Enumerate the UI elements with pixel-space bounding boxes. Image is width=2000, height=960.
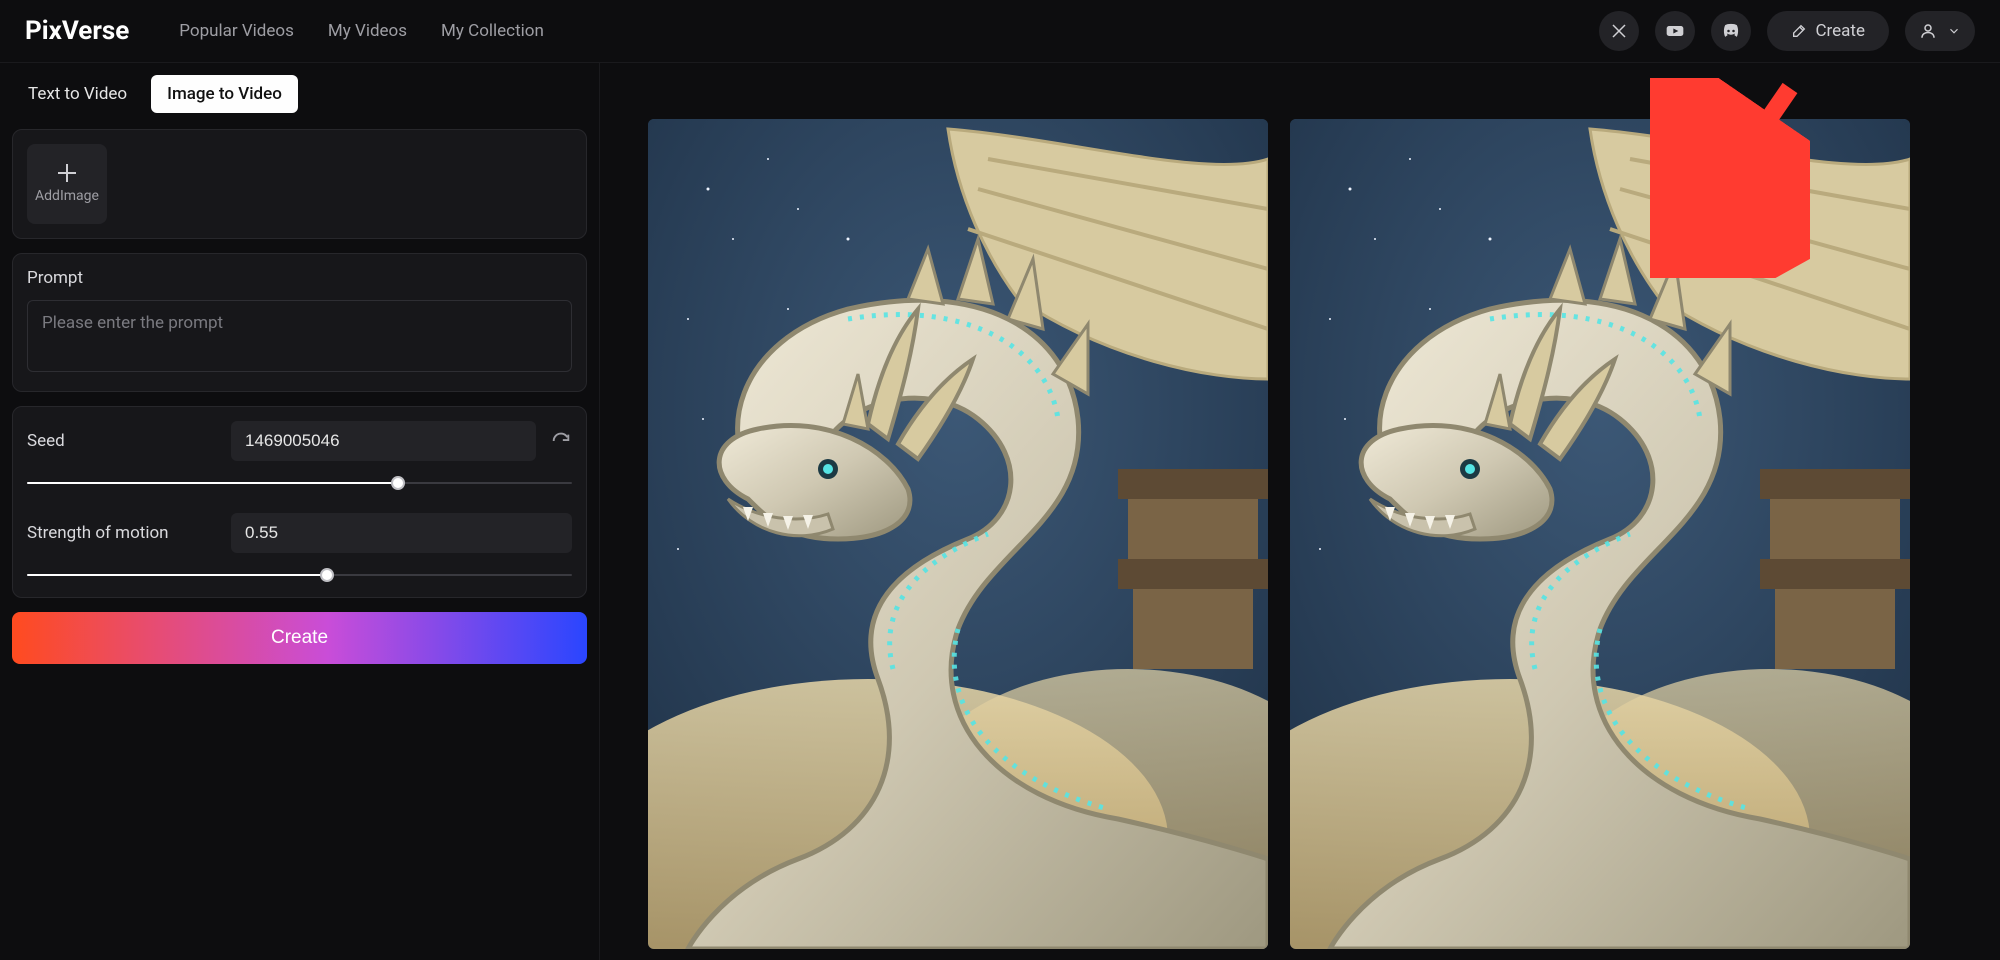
- nav: Popular Videos My Videos My Collection: [179, 21, 544, 41]
- result-thumbnail-2[interactable]: [1290, 119, 1910, 949]
- create-button-label: Create: [1815, 21, 1865, 41]
- user-menu[interactable]: [1905, 11, 1975, 51]
- body: Text to Video Image to Video AddImage Pr…: [0, 63, 2000, 960]
- corner-mask: [1940, 900, 2000, 960]
- chevron-down-icon: [1947, 24, 1961, 38]
- x-icon[interactable]: [1599, 11, 1639, 51]
- seed-row: Seed: [27, 421, 572, 461]
- nav-my-videos[interactable]: My Videos: [328, 21, 407, 41]
- header: PixVerse Popular Videos My Videos My Col…: [0, 0, 2000, 63]
- image-card: AddImage: [12, 129, 587, 239]
- add-image-label: AddImage: [35, 188, 99, 204]
- create-button[interactable]: Create: [1767, 11, 1889, 51]
- discord-icon[interactable]: [1711, 11, 1751, 51]
- left-panel: Text to Video Image to Video AddImage Pr…: [0, 63, 600, 960]
- nav-my-collection[interactable]: My Collection: [441, 21, 544, 41]
- motion-input[interactable]: [231, 513, 572, 553]
- prompt-card: Prompt: [12, 253, 587, 392]
- motion-label: Strength of motion: [27, 523, 217, 543]
- wand-icon: [1791, 23, 1807, 39]
- tab-image-to-video[interactable]: Image to Video: [151, 75, 298, 113]
- results-area: [600, 63, 2000, 960]
- seed-label: Seed: [27, 431, 217, 451]
- header-right: Create: [1599, 11, 1975, 51]
- mode-tabs: Text to Video Image to Video: [12, 75, 587, 113]
- tab-text-to-video[interactable]: Text to Video: [12, 75, 143, 113]
- motion-row: Strength of motion: [27, 513, 572, 553]
- add-image-button[interactable]: AddImage: [27, 144, 107, 224]
- seed-input[interactable]: [231, 421, 536, 461]
- seed-slider[interactable]: [27, 475, 572, 491]
- params-card: Seed Strength of motion: [12, 406, 587, 598]
- generate-button[interactable]: Create: [12, 612, 587, 664]
- result-thumbnail-1[interactable]: [648, 119, 1268, 949]
- user-icon: [1919, 22, 1937, 40]
- refresh-icon[interactable]: [550, 430, 572, 452]
- logo[interactable]: PixVerse: [25, 16, 129, 46]
- prompt-input[interactable]: [27, 300, 572, 372]
- motion-slider[interactable]: [27, 567, 572, 583]
- youtube-icon[interactable]: [1655, 11, 1695, 51]
- plus-icon: [58, 164, 76, 182]
- nav-popular-videos[interactable]: Popular Videos: [179, 21, 294, 41]
- prompt-label: Prompt: [27, 268, 572, 288]
